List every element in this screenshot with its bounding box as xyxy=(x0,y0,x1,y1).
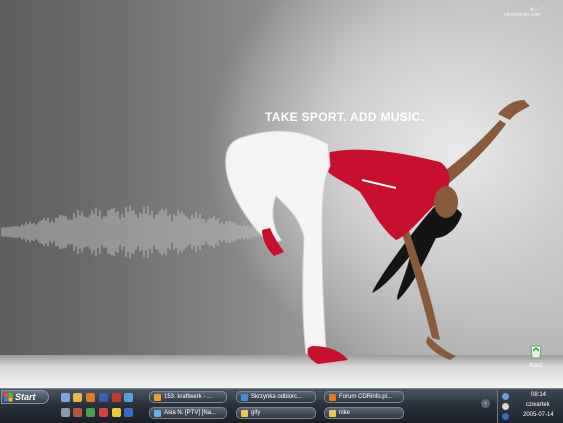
taskbar-window-nike[interactable]: nike xyxy=(324,407,404,419)
dancer-image xyxy=(225,100,530,364)
clock-date: 2005-07-14 xyxy=(523,412,554,418)
winamp-icon xyxy=(154,393,161,401)
start-button[interactable]: Start xyxy=(1,390,49,404)
system-tray: 08:14 czwartek 2005-07-14 xyxy=(497,390,563,423)
bluetooth-icon[interactable] xyxy=(124,408,133,417)
messenger-icon[interactable] xyxy=(124,393,133,402)
taskbar-window-winamp[interactable]: 153. kraftwerk - ... xyxy=(149,391,227,403)
desktop[interactable]: nikewomen.com TAKE SPORT. ADD MUSIC. Kos… xyxy=(0,0,563,388)
floppy-icon[interactable] xyxy=(99,393,108,402)
firefox-icon xyxy=(329,393,336,401)
taskbar-window-label: nike xyxy=(339,410,351,416)
recycle-bin-glyph-icon xyxy=(530,345,542,359)
settings-icon[interactable] xyxy=(73,408,82,417)
firefox-icon[interactable] xyxy=(86,393,95,402)
folder-icon xyxy=(241,409,248,417)
gadu-icon[interactable] xyxy=(86,408,95,417)
taskbar-window-chat[interactable]: Asia N. [PTV] [Na... xyxy=(149,407,227,419)
taskbar-window-label: Forum CDRinfo.pl... xyxy=(339,394,393,400)
taskbar-window-label: gify xyxy=(251,410,261,416)
chat-icon xyxy=(154,409,161,417)
tray-expand-icon[interactable]: ‹ xyxy=(481,399,490,408)
mail-icon xyxy=(241,393,248,401)
show-desktop-icon[interactable] xyxy=(61,393,70,402)
taskbar-window-mail[interactable]: Skrzynka odbiorc... xyxy=(236,391,316,403)
star-icon[interactable] xyxy=(112,408,121,417)
windows-logo-icon xyxy=(4,392,13,402)
media-icon[interactable] xyxy=(112,393,121,402)
taskbar-window-label: Asia N. [PTV] [Na... xyxy=(164,410,217,416)
taskbar: Start 153. kraftwerk - ... Skrzynka odbi… xyxy=(0,388,563,423)
taskbar-window-gify[interactable]: gify xyxy=(236,407,316,419)
network-tray-icon[interactable] xyxy=(502,393,509,400)
nike-swoosh-logo xyxy=(530,5,547,11)
clock-time[interactable]: 08:14 xyxy=(531,392,546,398)
opera-icon[interactable] xyxy=(99,408,108,417)
folder-icon xyxy=(329,409,336,417)
explorer-icon[interactable] xyxy=(73,393,82,402)
taskbar-window-forum[interactable]: Forum CDRinfo.pl... xyxy=(324,391,404,403)
start-label: Start xyxy=(15,392,36,402)
taskbar-window-label: Skrzynka odbiorc... xyxy=(251,394,303,400)
recycle-bin-label: Kosz xyxy=(529,363,543,369)
clock-day: czwartek xyxy=(526,402,550,408)
antivirus-tray-icon[interactable] xyxy=(502,413,509,420)
volume-tray-icon[interactable] xyxy=(502,403,509,410)
network-icon[interactable] xyxy=(61,408,70,417)
recycle-bin-icon[interactable]: Kosz xyxy=(524,343,548,369)
brand-url-text: nikewomen.com xyxy=(504,12,541,18)
taskbar-window-label: 153. kraftwerk - ... xyxy=(164,394,213,400)
